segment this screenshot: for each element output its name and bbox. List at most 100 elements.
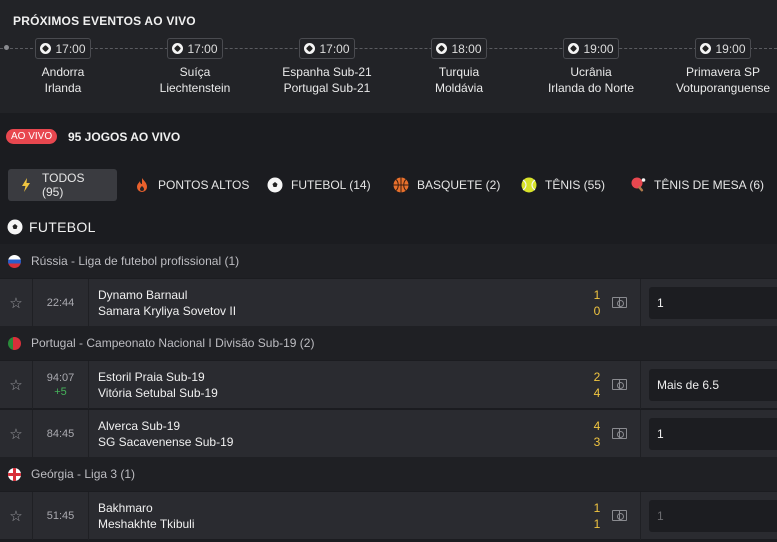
soccer-ball-icon — [700, 43, 712, 54]
match-time-cell: 84:45 — [33, 410, 89, 458]
sport-tabs: TODOS (95) PONTOS ALTOS FUTEBOL (14) BAS… — [0, 165, 777, 205]
home-team: Dynamo Barnaul — [98, 288, 188, 302]
league-header[interactable]: Portugal - Campeonato Nacional I Divisão… — [0, 326, 777, 360]
upcoming-title: PRÓXIMOS EVENTOS AO VIVO — [13, 14, 196, 28]
event-away: Moldávia — [434, 81, 484, 95]
match-row[interactable]: ☆ 22:44 Dynamo Barnaul Samara Kryliya Sov… — [0, 278, 777, 327]
star-icon[interactable]: ☆ — [0, 279, 33, 327]
pitch-icon[interactable] — [612, 510, 627, 521]
away-score: 1 — [593, 517, 601, 531]
tab-label: TODOS (95) — [42, 171, 85, 199]
league-header[interactable]: Geórgia - Liga 3 (1) — [0, 457, 777, 491]
tab-label: PONTOS ALTOS — [158, 178, 250, 192]
tab-label: FUTEBOL (14) — [291, 178, 371, 192]
section-title: FUTEBOL — [29, 219, 96, 235]
match-row[interactable]: ☆ 84:45 Alverca Sub-19 SG Sacavenense Sub… — [0, 409, 777, 458]
odd-button[interactable]: 1 — [649, 287, 777, 319]
star-icon[interactable]: ☆ — [0, 361, 33, 409]
upcoming-event[interactable]: 17:00 Espanha Sub-21 Portugal Sub-21 — [257, 38, 397, 96]
home-team: Bakhmaro — [98, 501, 153, 515]
match-teams[interactable]: Estoril Praia Sub-19 Vitória Setubal Sub-… — [98, 369, 218, 401]
soccer-ball-icon — [7, 219, 23, 235]
event-time: 19:00 — [715, 41, 746, 56]
russia-flag-icon — [8, 254, 21, 268]
event-home: Andorra — [41, 65, 85, 79]
event-home: Ucrânia — [570, 65, 612, 79]
match-score: 10 — [590, 287, 604, 319]
league-name: Rússia - Liga de futebol profissional (1… — [31, 254, 240, 268]
pitch-icon[interactable] — [612, 379, 627, 390]
league-header[interactable]: Rússia - Liga de futebol profissional (1… — [0, 244, 777, 278]
divider — [640, 492, 641, 540]
odd-button[interactable]: Mais de 6.5 — [649, 369, 777, 401]
odd-button[interactable]: 1 — [649, 418, 777, 450]
event-time: 19:00 — [583, 41, 614, 56]
tab-pontos-altos[interactable]: PONTOS ALTOS — [124, 169, 259, 201]
pitch-icon[interactable] — [612, 428, 627, 439]
soccer-ball-icon — [172, 43, 184, 54]
match-teams[interactable]: Dynamo Barnaul Samara Kryliya Sovetov II — [98, 287, 236, 319]
event-home: Primavera SP — [685, 65, 761, 79]
match-time-cell: 22:44 — [33, 279, 89, 327]
section-header: FUTEBOL — [0, 212, 777, 242]
league-name: Portugal - Campeonato Nacional I Divisão… — [31, 336, 315, 350]
match-row[interactable]: ☆ 51:45 Bakhmaro Meshakhte Tkibuli 11 1 — [0, 491, 777, 540]
match-time-cell: 94:07 +5 — [33, 361, 89, 409]
match-time: 51:45 — [46, 510, 75, 522]
match-time: 94:07 — [46, 372, 75, 384]
upcoming-event[interactable]: 18:00 Turquia Moldávia — [389, 38, 529, 96]
away-team: SG Sacavenense Sub-19 — [98, 435, 234, 449]
match-teams[interactable]: Alverca Sub-19 SG Sacavenense Sub-19 — [98, 418, 233, 450]
tab-basquete[interactable]: BASQUETE (2) — [383, 169, 510, 201]
event-time: 18:00 — [451, 41, 482, 56]
tab-label: BASQUETE (2) — [417, 178, 501, 192]
event-time: 17:00 — [319, 41, 350, 56]
divider — [640, 279, 641, 327]
home-team: Estoril Praia Sub-19 — [98, 370, 205, 384]
tab-label: TÊNIS DE MESA (6) — [654, 178, 765, 192]
star-icon[interactable]: ☆ — [0, 410, 33, 458]
upcoming-event[interactable]: 19:00 Primavera SP Votuporanguense — [653, 38, 777, 96]
event-time: 17:00 — [187, 41, 218, 56]
match-score: 24 — [590, 369, 604, 401]
away-score: 0 — [593, 304, 601, 318]
basketball-icon — [393, 177, 409, 193]
event-away: Liechtenstein — [159, 81, 231, 95]
divider — [640, 410, 641, 458]
upcoming-events-panel: PRÓXIMOS EVENTOS AO VIVO 17:00 Andorra Ir… — [0, 0, 777, 113]
event-home: Suíça — [179, 65, 211, 79]
portugal-flag-icon — [8, 336, 21, 350]
odd-button[interactable]: 1 — [649, 500, 777, 532]
tab-tenis-de-mesa[interactable]: TÊNIS DE MESA (6) — [620, 169, 774, 201]
event-home: Espanha Sub-21 — [282, 65, 372, 79]
upcoming-event[interactable]: 17:00 Suíça Liechtenstein — [125, 38, 265, 96]
divider — [640, 361, 641, 409]
flame-icon — [137, 178, 147, 192]
match-time-cell: 51:45 — [33, 492, 89, 540]
added-time: +5 — [54, 386, 67, 398]
league-name: Geórgia - Liga 3 (1) — [31, 467, 136, 481]
home-score: 1 — [593, 501, 601, 515]
match-time: 22:44 — [46, 297, 75, 309]
away-team: Samara Kryliya Sovetov II — [98, 304, 237, 318]
georgia-flag-icon — [8, 467, 21, 481]
match-teams[interactable]: Bakhmaro Meshakhte Tkibuli — [98, 500, 195, 532]
upcoming-event[interactable]: 17:00 Andorra Irlanda — [0, 38, 133, 96]
event-away: Portugal Sub-21 — [283, 81, 371, 95]
event-time: 17:00 — [55, 41, 86, 56]
tab-todos[interactable]: TODOS (95) — [8, 169, 117, 201]
upcoming-event[interactable]: 19:00 Ucrânia Irlanda do Norte — [521, 38, 661, 96]
event-away: Irlanda do Norte — [547, 81, 635, 95]
match-score: 11 — [590, 500, 604, 532]
tab-tenis[interactable]: TÊNIS (55) — [511, 169, 615, 201]
home-score: 2 — [593, 370, 601, 384]
live-count: 95 JOGOS AO VIVO — [68, 130, 181, 144]
ping-pong-icon — [631, 177, 646, 192]
star-icon[interactable]: ☆ — [0, 492, 33, 540]
tab-futebol[interactable]: FUTEBOL (14) — [257, 169, 381, 201]
home-score: 1 — [593, 288, 601, 302]
match-row[interactable]: ☆ 94:07 +5 Estoril Praia Sub-19 Vitória Se… — [0, 360, 777, 409]
away-score: 3 — [593, 435, 601, 449]
pitch-icon[interactable] — [612, 297, 627, 308]
soccer-ball-icon — [304, 43, 316, 54]
